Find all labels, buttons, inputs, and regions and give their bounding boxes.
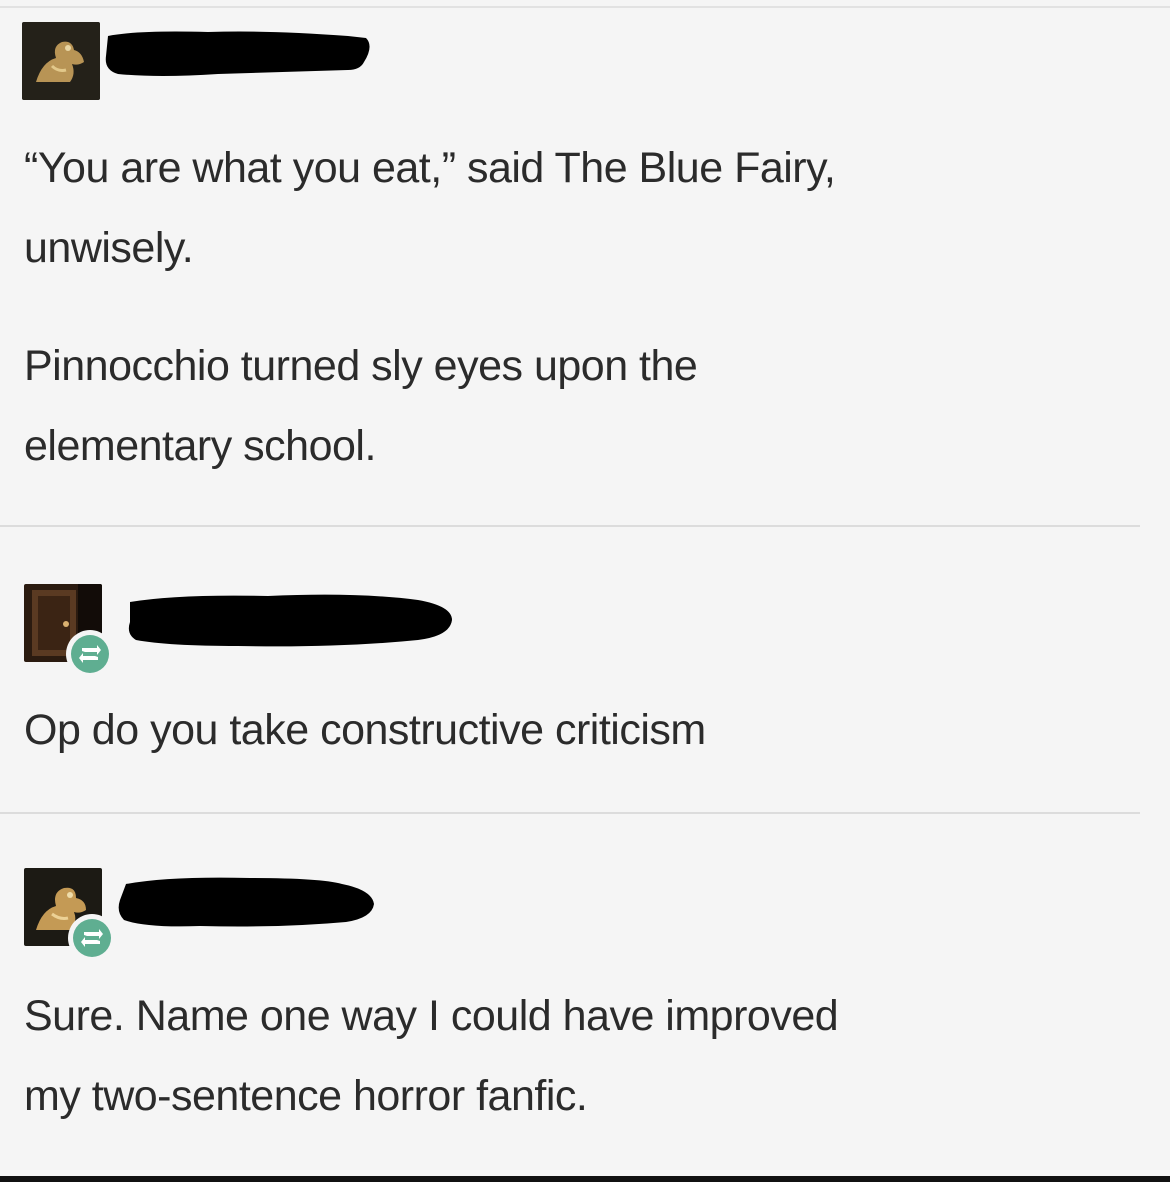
post-line: my two-sentence horror fanfic. xyxy=(24,1072,588,1120)
bottom-edge xyxy=(0,1176,1170,1182)
post-line: Sure. Name one way I could have improved xyxy=(24,992,839,1040)
redacted-username xyxy=(105,31,370,76)
post-line: “You are what you eat,” said The Blue Fa… xyxy=(24,144,836,192)
post-body: Op do you take constructive criticism xyxy=(24,690,1084,770)
reblog-badge xyxy=(68,914,116,962)
post-line: unwisely. xyxy=(24,224,194,272)
user-avatar[interactable] xyxy=(22,22,100,100)
reblog-icon xyxy=(79,645,101,663)
redacted-username xyxy=(128,594,452,647)
redacted-username xyxy=(118,877,375,927)
post-line: elementary school. xyxy=(24,422,376,470)
post-body: Sure. Name one way I could have improved… xyxy=(24,976,1084,1136)
top-border xyxy=(0,6,1170,8)
golden-figure-icon xyxy=(22,22,100,100)
post-body: “You are what you eat,” said The Blue Fa… xyxy=(24,128,1084,486)
post-line: Pinnocchio turned sly eyes upon the xyxy=(24,342,698,390)
post-line: Op do you take constructive criticism xyxy=(24,706,706,754)
post-divider xyxy=(0,812,1140,814)
post-divider xyxy=(0,525,1140,527)
reblog-icon xyxy=(81,929,103,947)
reblog-badge xyxy=(66,630,114,678)
